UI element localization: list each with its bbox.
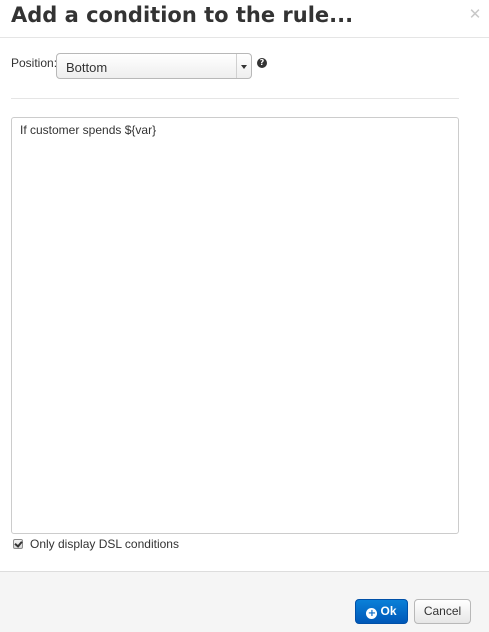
- cancel-button[interactable]: Cancel: [414, 599, 471, 624]
- dsl-only-checkbox[interactable]: [13, 539, 23, 549]
- dsl-only-label: Only display DSL conditions: [30, 537, 179, 551]
- close-icon[interactable]: ✕: [467, 6, 483, 22]
- divider: [11, 98, 459, 99]
- help-icon[interactable]: ?: [257, 58, 267, 68]
- ok-button-label: Ok: [380, 604, 397, 618]
- chevron-down-icon: [236, 54, 251, 78]
- dialog-title: Add a condition to the rule...: [11, 3, 354, 27]
- position-select[interactable]: Bottom: [56, 53, 252, 79]
- condition-list[interactable]: If customer spends ${var}: [11, 117, 459, 534]
- list-item[interactable]: If customer spends ${var}: [20, 123, 156, 137]
- add-condition-dialog: Add a condition to the rule... ✕ Positio…: [0, 0, 489, 632]
- plus-circle-icon: +: [366, 608, 378, 619]
- dialog-header: Add a condition to the rule... ✕: [0, 0, 489, 38]
- ok-button[interactable]: + Ok: [355, 599, 408, 624]
- position-label: Position:: [11, 56, 58, 70]
- dialog-footer: + Ok Cancel: [0, 571, 489, 632]
- position-select-value: Bottom: [66, 60, 108, 75]
